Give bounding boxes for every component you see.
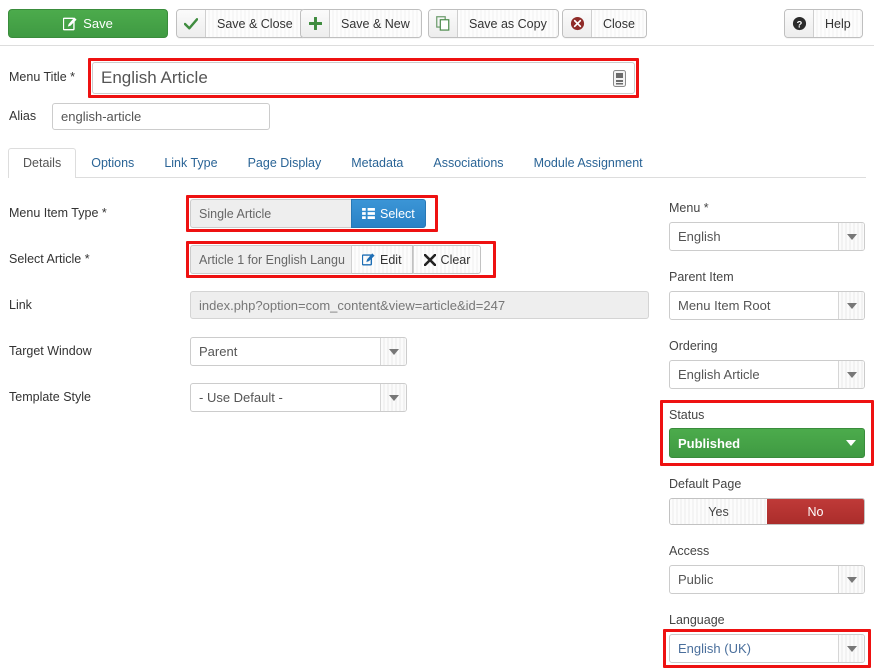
link-label: Link <box>9 298 32 312</box>
help-button[interactable]: ? Help <box>784 9 863 38</box>
save-pencil-icon <box>62 16 77 31</box>
parent-item-select[interactable]: Menu Item Root <box>669 291 865 320</box>
status-label: Status <box>669 408 705 422</box>
close-circle-icon <box>563 10 592 37</box>
link-input: index.php?option=com_content&view=articl… <box>190 291 649 319</box>
status-select[interactable]: Published <box>669 428 865 458</box>
default-page-no-option[interactable]: No <box>767 499 864 524</box>
tab-associations[interactable]: Associations <box>418 148 518 178</box>
chevron-down-icon[interactable] <box>838 361 864 388</box>
menu-item-type-label: Menu Item Type * <box>9 206 107 220</box>
ordering-select[interactable]: English Article <box>669 360 865 389</box>
language-value: English (UK) <box>678 641 751 656</box>
save-and-new-button[interactable]: Save & New <box>300 9 422 38</box>
save-and-new-label: Save & New <box>330 10 421 37</box>
access-select[interactable]: Public <box>669 565 865 594</box>
edit-button-label: Edit <box>380 252 402 267</box>
select-article-field: Article 1 for English Langu Edit Clear <box>190 245 482 274</box>
tab-bar: Details Options Link Type Page Display M… <box>8 148 866 178</box>
save-and-close-button[interactable]: Save & Close <box>176 9 305 38</box>
chevron-down-icon[interactable] <box>380 338 406 365</box>
chevron-down-icon[interactable] <box>838 223 864 250</box>
tab-module-assignment[interactable]: Module Assignment <box>519 148 658 178</box>
clear-button-label: Clear <box>440 252 471 267</box>
access-value: Public <box>678 572 714 587</box>
svg-text:?: ? <box>796 19 802 29</box>
edit-article-button[interactable]: Edit <box>351 245 413 274</box>
menu-item-type-field: Single Article Select <box>190 199 426 228</box>
edit-pencil-icon <box>361 253 375 266</box>
help-button-label: Help <box>814 10 862 37</box>
save-as-copy-button[interactable]: Save as Copy <box>428 9 559 38</box>
save-as-copy-label: Save as Copy <box>458 10 558 37</box>
chevron-down-icon[interactable] <box>838 429 864 457</box>
parent-item-value: Menu Item Root <box>678 298 771 313</box>
copy-icon <box>429 10 458 37</box>
menu-title-label: Menu Title * <box>9 70 76 84</box>
access-label: Access <box>669 544 710 558</box>
target-window-value: Parent <box>199 344 238 359</box>
menu-title-value: English Article <box>101 68 208 87</box>
language-select[interactable]: English (UK) <box>669 634 865 663</box>
template-style-select[interactable]: - Use Default - <box>190 383 407 412</box>
menu-item-edit-page: Save Save & Close Save & New Save as Cop… <box>0 0 874 672</box>
alias-value: english-article <box>61 109 142 124</box>
chevron-down-icon[interactable] <box>838 292 864 319</box>
save-button[interactable]: Save <box>8 9 168 38</box>
chevron-down-icon[interactable] <box>380 384 406 411</box>
menu-title-input[interactable]: English Article <box>92 62 635 94</box>
select-button-label: Select <box>380 206 415 221</box>
help-circle-icon: ? <box>785 10 814 37</box>
chevron-down-icon[interactable] <box>838 566 864 593</box>
save-button-label: Save <box>83 16 113 31</box>
menu-field-label: Menu * <box>669 201 709 215</box>
alias-input[interactable]: english-article <box>52 103 270 130</box>
save-and-close-label: Save & Close <box>206 10 304 37</box>
x-icon <box>423 253 436 266</box>
select-menu-item-type-button[interactable]: Select <box>351 199 426 228</box>
menu-select-value: English <box>678 229 721 244</box>
select-article-value: Article 1 for English Langu <box>190 245 351 274</box>
title-field-icon[interactable] <box>613 70 626 92</box>
clear-article-button[interactable]: Clear <box>412 245 482 274</box>
close-button[interactable]: Close <box>562 9 647 38</box>
default-page-yes-option[interactable]: Yes <box>670 499 767 524</box>
default-page-label: Default Page <box>669 477 742 491</box>
language-label: Language <box>669 613 725 627</box>
target-window-label: Target Window <box>9 344 92 358</box>
template-style-value: - Use Default - <box>199 390 283 405</box>
default-page-toggle[interactable]: Yes No <box>669 498 865 525</box>
menu-item-type-value: Single Article <box>190 199 351 228</box>
tab-page-display[interactable]: Page Display <box>233 148 337 178</box>
menu-select[interactable]: English <box>669 222 865 251</box>
tab-options[interactable]: Options <box>76 148 149 178</box>
tab-link-type[interactable]: Link Type <box>149 148 232 178</box>
alias-label: Alias <box>9 109 37 123</box>
tab-details[interactable]: Details <box>8 148 77 178</box>
tab-metadata[interactable]: Metadata <box>336 148 418 178</box>
target-window-select[interactable]: Parent <box>190 337 407 366</box>
ordering-value: English Article <box>678 367 760 382</box>
toolbar: Save Save & Close Save & New Save as Cop… <box>0 0 874 46</box>
close-button-label: Close <box>592 10 646 37</box>
check-icon <box>177 10 206 37</box>
chevron-down-icon[interactable] <box>838 635 864 662</box>
parent-item-label: Parent Item <box>669 270 734 284</box>
ordering-label: Ordering <box>669 339 718 353</box>
select-article-label: Select Article * <box>9 252 90 266</box>
status-value: Published <box>678 435 741 451</box>
template-style-label: Template Style <box>9 390 91 404</box>
link-value: index.php?option=com_content&view=articl… <box>199 297 506 313</box>
plus-icon <box>301 10 330 37</box>
list-icon <box>362 208 375 219</box>
